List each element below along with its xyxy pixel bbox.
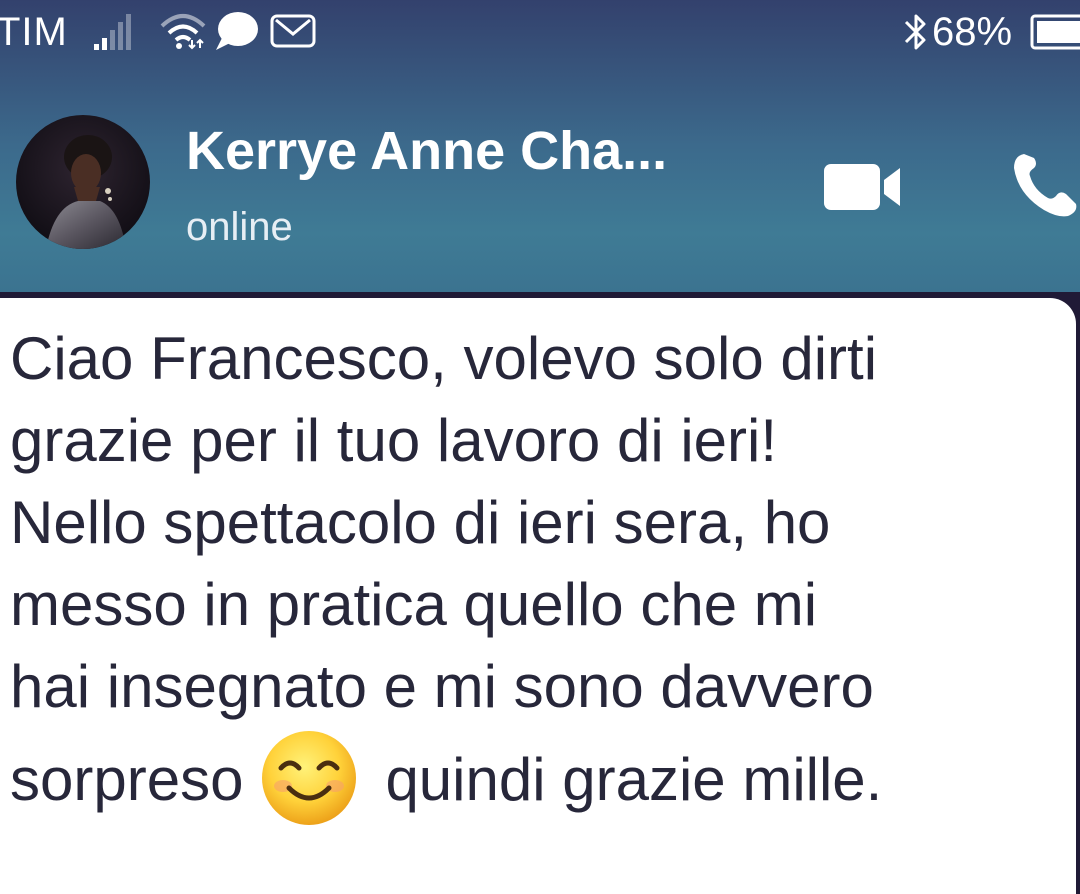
battery-percent: 68%: [932, 10, 1013, 54]
voice-call-icon[interactable]: [1010, 150, 1080, 220]
smiling-face-icon: [262, 731, 357, 825]
message-text-before-emoji: Ciao Francesco, volevo solo dirti grazie…: [10, 325, 878, 813]
contact-status: online: [186, 205, 293, 249]
message-text-after-emoji: quindi grazie mille.: [385, 746, 883, 813]
status-bar: TIM 68%: [0, 0, 1080, 70]
avatar-image: [16, 115, 150, 249]
avatar[interactable]: [16, 115, 150, 249]
wifi-icon: [160, 14, 206, 50]
chat-bubble-icon: [216, 12, 258, 50]
signal-icon: [94, 14, 131, 50]
gmail-icon: [270, 14, 316, 48]
carrier-label: TIM: [0, 10, 68, 54]
battery-icon: [1030, 14, 1080, 50]
contact-name[interactable]: Kerrye Anne Cha...: [186, 120, 667, 182]
message-text: Ciao Francesco, volevo solo dirti grazie…: [10, 318, 1070, 828]
chat-header: TIM 68% Kerrye Anne Cha... online: [0, 0, 1080, 292]
bluetooth-icon: [904, 14, 926, 50]
video-call-icon[interactable]: [822, 160, 904, 214]
